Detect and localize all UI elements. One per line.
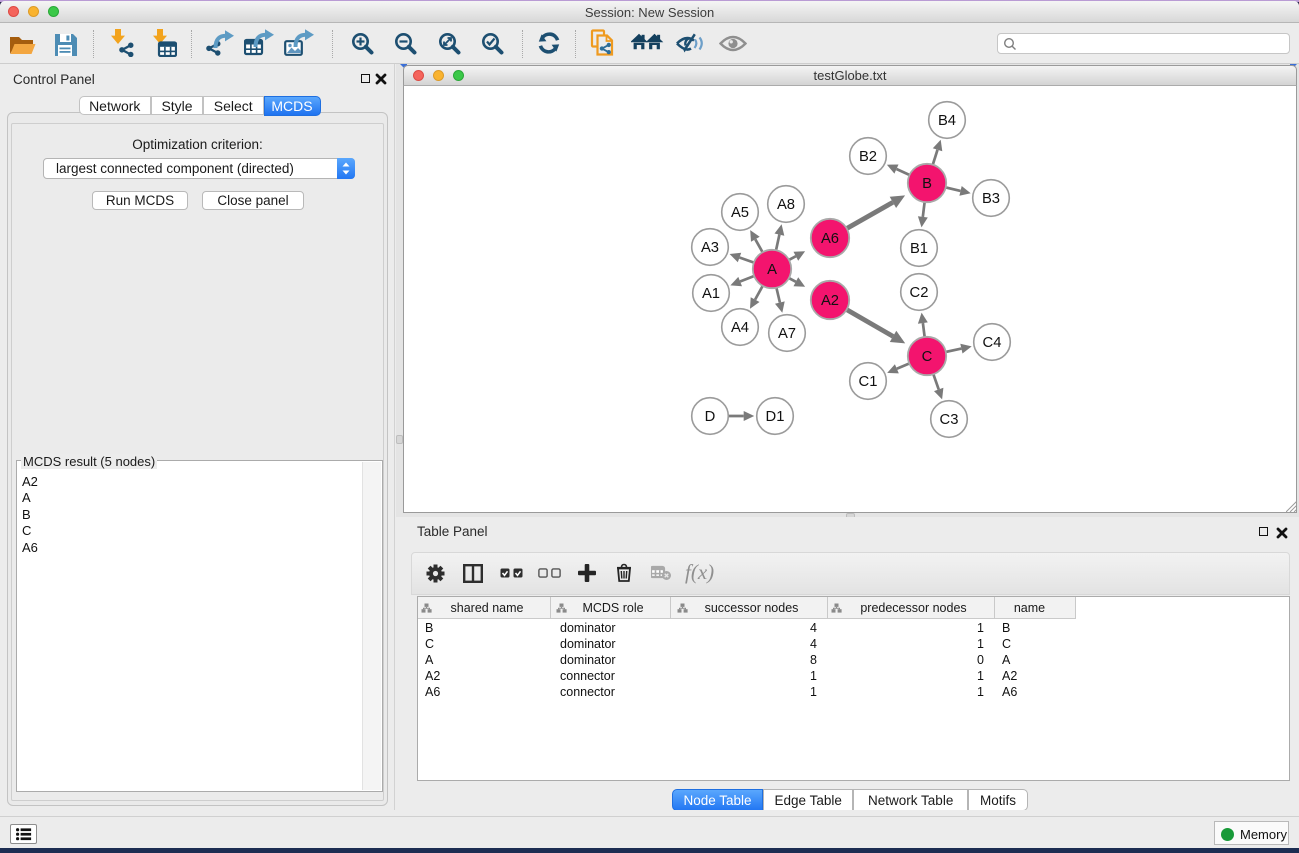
svg-text:A4: A4 [731, 320, 749, 336]
svg-text:A3: A3 [701, 240, 719, 256]
svg-text:A7: A7 [778, 326, 796, 342]
svg-text:C: C [922, 349, 933, 365]
svg-text:C3: C3 [940, 412, 959, 428]
svg-text:A1: A1 [702, 286, 720, 302]
svg-text:C2: C2 [910, 285, 929, 301]
svg-text:A2: A2 [821, 293, 839, 309]
svg-text:A: A [767, 262, 777, 278]
svg-text:B1: B1 [910, 241, 928, 257]
svg-text:C1: C1 [859, 374, 878, 390]
svg-text:A8: A8 [777, 197, 795, 213]
svg-text:C4: C4 [983, 335, 1002, 351]
svg-text:B3: B3 [982, 191, 1000, 207]
svg-text:B2: B2 [859, 149, 877, 165]
svg-text:A5: A5 [731, 205, 749, 221]
svg-text:D1: D1 [766, 409, 785, 425]
svg-text:D: D [705, 409, 716, 425]
svg-text:A6: A6 [821, 231, 839, 247]
svg-text:B: B [922, 176, 932, 192]
svg-text:B4: B4 [938, 113, 956, 129]
